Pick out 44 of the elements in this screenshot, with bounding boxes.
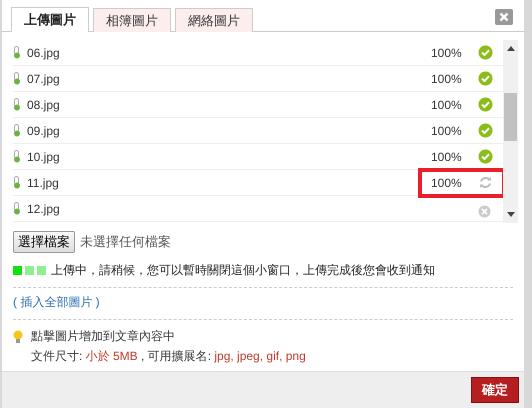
scrollbar[interactable] — [503, 40, 518, 223]
check-icon — [478, 45, 493, 60]
attachment-icon — [13, 124, 21, 137]
tab[interactable]: 上傳圖片 — [11, 7, 89, 32]
check-icon — [478, 123, 493, 138]
lightbulb-icon — [13, 330, 23, 344]
close-icon — [499, 12, 509, 22]
scroll-down-icon[interactable] — [506, 212, 514, 217]
upload-message: 上傳中，請稍候，您可以暫時關閉這個小窗口，上傳完成後您會收到通知 — [51, 262, 435, 279]
insert-all-link[interactable]: ( 插入全部圖片 ) — [13, 294, 100, 311]
check-icon — [478, 97, 493, 112]
attachment-icon — [13, 176, 21, 189]
file-name: 06.jpg — [27, 46, 60, 60]
file-status: 未選擇任何檔案 — [80, 233, 171, 251]
attachment-icon — [13, 150, 21, 163]
scroll-thumb[interactable] — [504, 93, 517, 141]
file-limits-text: 文件尺寸: 小於 5MB , 可用擴展名: jpg, jpeg, gif, png — [31, 348, 306, 365]
progress-percent: 100% — [431, 150, 463, 164]
file-name: 09.jpg — [27, 124, 60, 138]
attachment-icon — [13, 72, 21, 85]
file-name: 12.jpg — [27, 202, 60, 216]
progress-percent: 100% — [431, 176, 463, 190]
tab[interactable]: 相簿圖片 — [93, 8, 171, 32]
progress-percent: 100% — [431, 98, 463, 112]
attachment-icon — [13, 46, 21, 59]
close-button[interactable] — [495, 8, 513, 24]
check-icon — [478, 71, 493, 86]
choose-file-button[interactable]: 選擇檔案 — [13, 231, 75, 253]
file-name: 11.jpg — [27, 176, 59, 190]
tip-text: 點擊圖片增加到文章內容中 — [31, 328, 176, 345]
file-name: 07.jpg — [27, 72, 60, 86]
progress-percent: 100% — [431, 72, 463, 86]
confirm-button[interactable]: 確定 — [471, 377, 519, 403]
attachment-icon — [13, 202, 21, 215]
progress-percent: 100% — [431, 46, 463, 60]
refresh-icon — [478, 175, 493, 190]
file-name: 08.jpg — [27, 98, 60, 112]
attachment-icon — [13, 98, 21, 111]
check-icon — [478, 149, 493, 164]
file-name: 10.jpg — [27, 150, 60, 164]
error-icon — [478, 205, 491, 218]
progress-percent: 100% — [431, 124, 463, 138]
tab[interactable]: 網絡圖片 — [175, 8, 253, 32]
scroll-up-icon[interactable] — [506, 46, 514, 51]
